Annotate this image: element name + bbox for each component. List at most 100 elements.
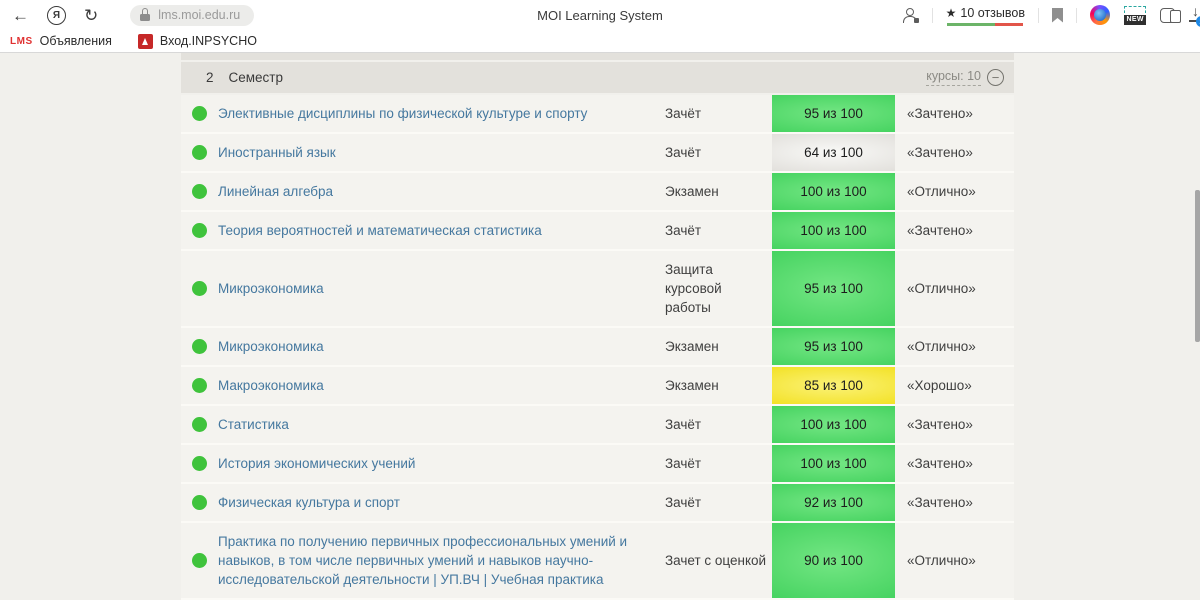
score-badge: 100 из 100 [772, 445, 895, 482]
status-dot-icon [192, 495, 207, 510]
collapse-section-icon[interactable] [987, 69, 1004, 86]
lms-logo-icon: LMS [10, 35, 33, 47]
courses-count-link[interactable]: курсы: 10 [926, 69, 981, 86]
course-row: Макроэкономика Экзамен 85 из 100 «Хорошо… [181, 367, 1014, 406]
course-row: Иностранный язык Зачёт 64 из 100 «Зачтен… [181, 134, 1014, 173]
assessment-type: Зачёт [665, 417, 702, 432]
score-badge: 85 из 100 [772, 367, 895, 404]
grade-text: «Зачтено» [907, 145, 973, 160]
score-badge: 100 из 100 [772, 406, 895, 443]
grade-text: «Зачтено» [907, 106, 973, 121]
lock-icon [138, 8, 152, 22]
course-link[interactable]: Макроэкономика [218, 367, 665, 404]
address-bar[interactable]: lms.moi.edu.ru [130, 4, 255, 26]
extension-icon[interactable] [1090, 5, 1110, 25]
score-badge: 90 из 100 [772, 523, 895, 598]
divider [1038, 7, 1039, 23]
divider [931, 7, 933, 23]
grade-text: «Зачтено» [907, 456, 973, 471]
grade-text: «Зачтено» [907, 495, 973, 510]
course-link[interactable]: Элективные дисциплины по физической куль… [218, 95, 665, 132]
course-row: Элективные дисциплины по физической куль… [181, 95, 1014, 134]
course-row: Физическая культура и спорт Зачёт 92 из … [181, 484, 1014, 523]
status-dot-icon [192, 184, 207, 199]
status-dot-icon [192, 456, 207, 471]
score-badge: 64 из 100 [772, 134, 895, 171]
course-link[interactable]: История экономических учений [218, 445, 665, 482]
assessment-type: Экзамен [665, 339, 719, 354]
grade-text: «Отлично» [907, 281, 976, 296]
inpsycho-emblem-icon [137, 33, 153, 49]
course-row: История экономических учений Зачёт 100 и… [181, 445, 1014, 484]
course-link[interactable]: Линейная алгебра [218, 173, 665, 210]
course-row: Статистика Зачёт 100 из 100 «Зачтено» [181, 406, 1014, 445]
course-link[interactable]: Иностранный язык [218, 134, 665, 171]
feedback-person-icon[interactable] [902, 7, 919, 23]
downloads-icon[interactable]: ↓ 2 [1188, 3, 1200, 27]
yandex-browser-icon[interactable]: Я [47, 5, 66, 25]
score-badge: 100 из 100 [772, 212, 895, 249]
course-link[interactable]: Практика по получению первичных професси… [218, 523, 665, 598]
new-tab-extension-icon[interactable]: NEW [1123, 5, 1147, 25]
grade-text: «Отлично» [907, 184, 976, 199]
assessment-type: Зачёт [665, 456, 702, 471]
status-dot-icon [192, 378, 207, 393]
page-content: 2 Семестр курсы: 10 Элективные дисциплин… [0, 53, 1200, 600]
rating-bar [947, 23, 1024, 26]
status-dot-icon [192, 339, 207, 354]
status-dot-icon [192, 223, 207, 238]
status-dot-icon [192, 106, 207, 121]
assessment-type: Зачёт [665, 106, 702, 121]
course-row: Практика по получению первичных професси… [181, 523, 1014, 600]
downloads-badge: 2 [1196, 16, 1200, 27]
course-link[interactable]: Микроэкономика [218, 270, 665, 307]
grade-text: «Зачтено» [907, 417, 973, 432]
assessment-type: Зачёт [665, 495, 702, 510]
reviews-widget[interactable]: ★ 10 отзывов [946, 6, 1025, 26]
bookmark-inpsycho[interactable]: Вход.INPSYCHO [137, 33, 257, 49]
url-text: lms.moi.edu.ru [158, 8, 241, 22]
course-link[interactable]: Статистика [218, 406, 665, 443]
status-dot-icon [192, 553, 207, 568]
course-rows: Элективные дисциплины по физической куль… [181, 95, 1014, 600]
score-badge: 92 из 100 [772, 484, 895, 521]
star-icon: ★ [945, 6, 957, 21]
assessment-type: Зачёт [665, 145, 702, 160]
back-icon[interactable]: ← [12, 7, 29, 24]
grade-text: «Отлично» [907, 339, 976, 354]
course-row: Микроэкономика Экзамен 95 из 100 «Отличн… [181, 328, 1014, 367]
score-badge: 95 из 100 [772, 251, 895, 326]
collections-icon[interactable] [1160, 7, 1181, 23]
scrollbar-thumb[interactable] [1195, 190, 1200, 342]
previous-section-header-partial[interactable] [181, 53, 1014, 60]
bookmark-announcements[interactable]: LMS Объявления [10, 34, 112, 48]
bookmarks-bar: LMS Объявления Вход.INPSYCHO [0, 30, 1200, 53]
score-badge: 95 из 100 [772, 95, 895, 132]
assessment-type: Зачёт [665, 223, 702, 238]
grade-text: «Зачтено» [907, 223, 973, 238]
assessment-type: Защита курсовой работы [665, 262, 722, 315]
score-badge: 100 из 100 [772, 173, 895, 210]
refresh-icon[interactable]: ↻ [84, 7, 98, 24]
divider [1076, 7, 1077, 23]
grades-table: 2 Семестр курсы: 10 Элективные дисциплин… [181, 53, 1014, 600]
grade-text: «Хорошо» [907, 378, 972, 393]
status-dot-icon [192, 417, 207, 432]
assessment-type: Зачет с оценкой [665, 553, 767, 568]
bookmark-flag-icon[interactable] [1052, 7, 1063, 23]
course-row: Линейная алгебра Экзамен 100 из 100 «Отл… [181, 173, 1014, 212]
course-link[interactable]: Микроэкономика [218, 328, 665, 365]
assessment-type: Экзамен [665, 184, 719, 199]
toolbar-left-controls: ← Я ↻ lms.moi.edu.ru [0, 4, 255, 26]
status-dot-icon [192, 145, 207, 160]
course-link[interactable]: Физическая культура и спорт [218, 484, 665, 521]
course-link[interactable]: Теория вероятностей и математическая ста… [218, 212, 665, 249]
course-row: Микроэкономика Защита курсовой работы 95… [181, 251, 1014, 328]
status-dot-icon [192, 281, 207, 296]
assessment-type: Экзамен [665, 378, 719, 393]
browser-window: ← Я ↻ lms.moi.edu.ru MOI Learning System… [0, 0, 1200, 600]
section-header-semester-2[interactable]: 2 Семестр курсы: 10 [181, 62, 1014, 93]
grade-text: «Отлично» [907, 553, 976, 568]
score-badge: 95 из 100 [772, 328, 895, 365]
toolbar-right-controls: ★ 10 отзывов NEW ↓ 2 [902, 0, 1200, 30]
